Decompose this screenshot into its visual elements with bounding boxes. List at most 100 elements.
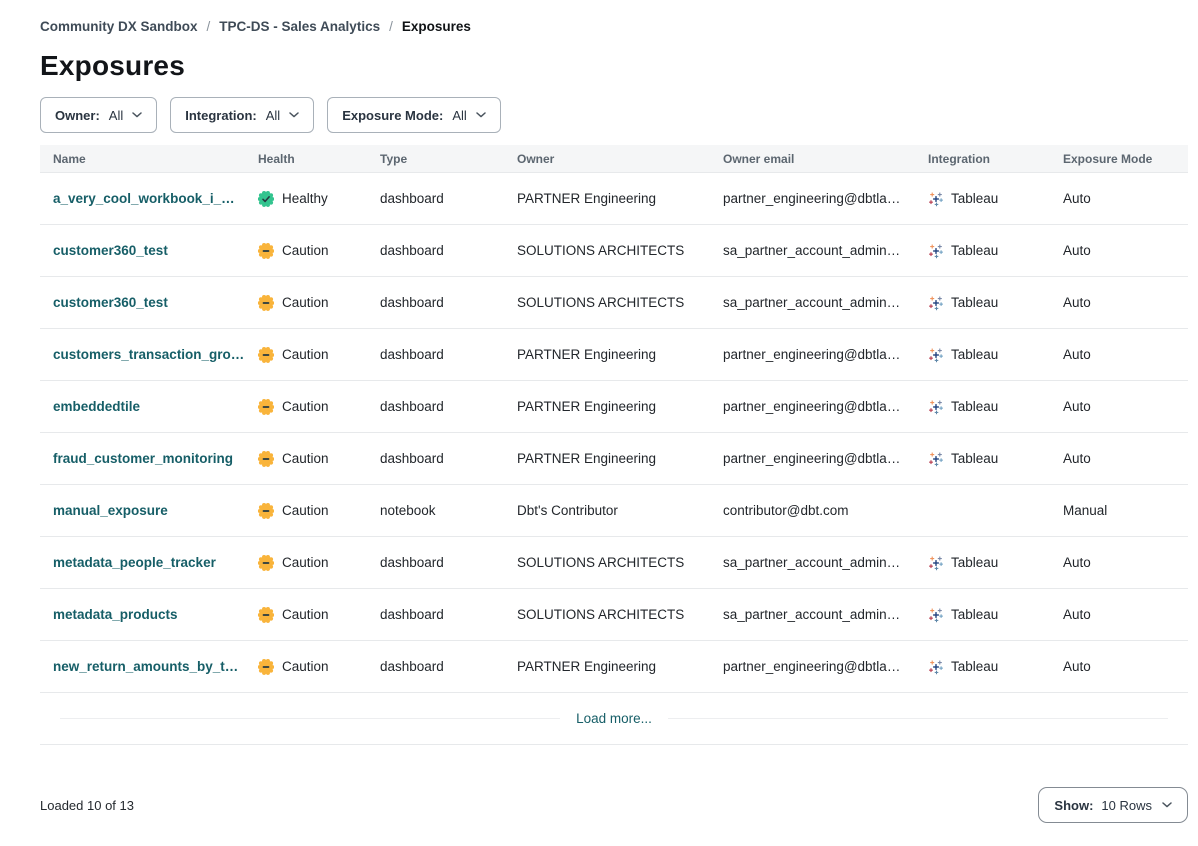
tableau-icon [928, 295, 944, 311]
breadcrumb-project[interactable]: Community DX Sandbox [40, 19, 198, 34]
table-row: customer360_test Caution dashboard SOLUT… [40, 277, 1188, 329]
column-header-exposure-mode: Exposure Mode [1050, 152, 1188, 166]
filter-label: Integration: [185, 108, 257, 123]
name-cell: metadata_people_tracker [40, 555, 245, 570]
exposure-name-link[interactable]: a_very_cool_workbook_i_… [53, 191, 235, 206]
loaded-count-text: Loaded 10 of 13 [40, 798, 134, 813]
exposure-name-link[interactable]: customer360_test [53, 295, 168, 310]
filter-label: Owner: [55, 108, 100, 123]
column-header-name: Name [40, 152, 245, 166]
exposure-name-link[interactable]: customer360_test [53, 243, 168, 258]
health-cell: Caution [245, 555, 367, 571]
integration-filter-dropdown[interactable]: Integration: All [170, 97, 314, 133]
exposure-name-link[interactable]: metadata_people_tracker [53, 555, 216, 570]
owner-cell: Dbt's Contributor [504, 503, 710, 518]
table-row: metadata_products Caution dashboard SOLU… [40, 589, 1188, 641]
show-label: Show: [1054, 798, 1093, 813]
exposure-name-link[interactable]: manual_exposure [53, 503, 168, 518]
tableau-icon [928, 243, 944, 259]
health-label: Caution [282, 451, 329, 466]
exposure-mode-cell: Manual [1050, 503, 1188, 518]
health-cell: Caution [245, 503, 367, 519]
load-more-section: Load more... [40, 693, 1188, 745]
exposure-mode-cell: Auto [1050, 399, 1188, 414]
load-more-link[interactable]: Load more... [576, 711, 652, 726]
caution-icon [258, 659, 274, 675]
show-rows-dropdown[interactable]: Show: 10 Rows [1038, 787, 1188, 823]
table-row: customer360_test Caution dashboard SOLUT… [40, 225, 1188, 277]
health-cell: Caution [245, 659, 367, 675]
integration-cell: Tableau [915, 607, 1050, 623]
integration-label: Tableau [951, 399, 998, 414]
filter-value: All [266, 108, 280, 123]
type-cell: dashboard [367, 295, 504, 310]
health-label: Caution [282, 399, 329, 414]
breadcrumb-current: Exposures [402, 19, 471, 34]
name-cell: new_return_amounts_by_t… [40, 659, 245, 674]
table-row: metadata_people_tracker Caution dashboar… [40, 537, 1188, 589]
owner-cell: SOLUTIONS ARCHITECTS [504, 607, 710, 622]
exposure-mode-cell: Auto [1050, 659, 1188, 674]
name-cell: metadata_products [40, 607, 245, 622]
caution-icon [258, 295, 274, 311]
owner-email-cell: sa_partner_account_admin… [710, 607, 915, 622]
integration-cell: Tableau [915, 295, 1050, 311]
chevron-down-icon [1162, 802, 1172, 808]
name-cell: customer360_test [40, 295, 245, 310]
owner-email-cell: partner_engineering@dbtla… [710, 191, 915, 206]
health-cell: Caution [245, 607, 367, 623]
owner-email-cell: contributor@dbt.com [710, 503, 915, 518]
exposure-mode-cell: Auto [1050, 191, 1188, 206]
column-header-integration: Integration [915, 152, 1050, 166]
integration-label: Tableau [951, 243, 998, 258]
exposure-name-link[interactable]: metadata_products [53, 607, 178, 622]
type-cell: dashboard [367, 555, 504, 570]
pagination-footer: Loaded 10 of 13 Show: 10 Rows [40, 787, 1188, 823]
exposures-table: Name Health Type Owner Owner email Integ… [40, 145, 1188, 745]
owner-email-cell: partner_engineering@dbtla… [710, 399, 915, 414]
type-cell: dashboard [367, 347, 504, 362]
table-row: fraud_customer_monitoring Caution dashbo… [40, 433, 1188, 485]
table-header-row: Name Health Type Owner Owner email Integ… [40, 145, 1188, 173]
health-label: Caution [282, 555, 329, 570]
table-row: customers_transaction_gro… Caution dashb… [40, 329, 1188, 381]
healthy-icon [258, 191, 274, 207]
health-label: Caution [282, 503, 329, 518]
exposures-page: Community DX Sandbox / TPC-DS - Sales An… [40, 0, 1188, 823]
name-cell: customers_transaction_gro… [40, 347, 245, 362]
health-label: Caution [282, 295, 329, 310]
health-cell: Caution [245, 399, 367, 415]
filter-value: All [452, 108, 466, 123]
owner-cell: PARTNER Engineering [504, 191, 710, 206]
exposure-mode-cell: Auto [1050, 607, 1188, 622]
tableau-icon [928, 191, 944, 207]
owner-filter-dropdown[interactable]: Owner: All [40, 97, 157, 133]
name-cell: fraud_customer_monitoring [40, 451, 245, 466]
owner-email-cell: partner_engineering@dbtla… [710, 347, 915, 362]
column-header-type: Type [367, 152, 504, 166]
exposure-name-link[interactable]: customers_transaction_gro… [53, 347, 244, 362]
tableau-icon [928, 451, 944, 467]
owner-email-cell: partner_engineering@dbtla… [710, 659, 915, 674]
type-cell: dashboard [367, 659, 504, 674]
health-cell: Caution [245, 347, 367, 363]
exposure-mode-filter-dropdown[interactable]: Exposure Mode: All [327, 97, 501, 133]
caution-icon [258, 243, 274, 259]
table-row: embeddedtile Caution dashboard PARTNER E… [40, 381, 1188, 433]
breadcrumb-separator: / [389, 19, 393, 34]
column-header-owner-email: Owner email [710, 152, 915, 166]
breadcrumb: Community DX Sandbox / TPC-DS - Sales An… [40, 0, 1188, 34]
exposure-name-link[interactable]: fraud_customer_monitoring [53, 451, 233, 466]
filter-bar: Owner: All Integration: All Exposure Mod… [40, 97, 1188, 133]
exposure-name-link[interactable]: new_return_amounts_by_t… [53, 659, 238, 674]
filter-label: Exposure Mode: [342, 108, 443, 123]
caution-icon [258, 503, 274, 519]
chevron-down-icon [132, 112, 142, 118]
integration-label: Tableau [951, 607, 998, 622]
name-cell: manual_exposure [40, 503, 245, 518]
health-label: Caution [282, 659, 329, 674]
breadcrumb-environment[interactable]: TPC-DS - Sales Analytics [219, 19, 380, 34]
integration-cell: Tableau [915, 191, 1050, 207]
exposure-mode-cell: Auto [1050, 555, 1188, 570]
exposure-name-link[interactable]: embeddedtile [53, 399, 140, 414]
